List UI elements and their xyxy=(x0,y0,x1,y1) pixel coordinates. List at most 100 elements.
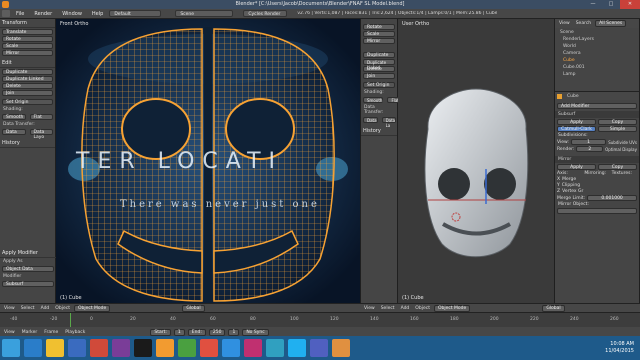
timeline-view-menu[interactable]: View xyxy=(2,330,17,335)
right-select-menu[interactable]: Select xyxy=(379,306,397,311)
outliner-display-mode[interactable]: All Scenes xyxy=(595,20,627,27)
flat-button[interactable]: Flat xyxy=(29,114,53,120)
duplicate-linked-button[interactable]: Duplicate Linked xyxy=(2,76,53,82)
axis-x-checkbox[interactable]: X xyxy=(557,177,560,182)
taskbar-app-icon[interactable] xyxy=(24,339,42,357)
outliner-item[interactable]: Cube.001 xyxy=(557,64,637,71)
taskbar-app-icon[interactable] xyxy=(244,339,262,357)
mid-mirror-button[interactable]: Mirror xyxy=(363,38,395,44)
delete-button[interactable]: Delete xyxy=(2,83,53,89)
mirror-button[interactable]: Mirror xyxy=(2,50,53,56)
taskbar-app-icon[interactable] xyxy=(134,339,152,357)
end-frame-field[interactable]: 250 xyxy=(208,328,226,336)
timeline[interactable]: -40 -20 0 20 40 60 80 100 120 140 160 180 200 220 240 2… xyxy=(0,312,640,337)
menu-file[interactable]: File xyxy=(12,11,28,17)
render-levels-field[interactable]: 2 xyxy=(576,146,604,152)
close-button[interactable]: ✕ xyxy=(620,0,640,9)
render-engine-selector[interactable]: Cycles Render xyxy=(243,10,288,17)
axis-y-checkbox[interactable]: Y xyxy=(557,183,560,188)
duplicate-button[interactable]: Duplicate xyxy=(2,69,53,75)
taskbar-app-icon[interactable] xyxy=(68,339,86,357)
history-panel-header[interactable]: History xyxy=(0,139,55,148)
maximize-button[interactable]: □ xyxy=(604,0,618,9)
mid-data-button[interactable]: Data xyxy=(363,117,378,123)
view-levels-field[interactable]: 1 xyxy=(570,139,607,145)
current-frame-field[interactable]: 1 xyxy=(228,328,240,336)
taskbar-app-icon[interactable] xyxy=(2,339,20,357)
apply-modifier-header[interactable]: Apply Modifier xyxy=(0,249,56,258)
mid-smooth-button[interactable]: Smooth xyxy=(363,97,384,103)
data-layout-button[interactable]: Data Layo xyxy=(29,129,53,140)
system-clock[interactable]: 10:08 AM 11/04/2015 xyxy=(605,341,634,355)
data-button[interactable]: Data xyxy=(2,129,26,135)
right-mode-selector[interactable]: Object Mode xyxy=(433,304,471,312)
merge-checkbox[interactable]: Merge xyxy=(562,177,576,182)
outliner-item[interactable]: Scene xyxy=(557,29,637,36)
left-orientation-selector[interactable]: Global xyxy=(182,304,205,312)
outliner-item[interactable]: RenderLayers xyxy=(557,36,637,43)
scale-button[interactable]: Scale xyxy=(2,43,53,49)
timeline-marker-menu[interactable]: Marker xyxy=(20,330,40,335)
outliner-item[interactable]: World xyxy=(557,43,637,50)
clipping-checkbox[interactable]: Clipping xyxy=(562,183,580,188)
taskbar-app-icon[interactable] xyxy=(46,339,64,357)
axis-z-checkbox[interactable]: Z xyxy=(557,189,560,194)
layout-selector[interactable]: Default xyxy=(109,10,162,17)
mirror-apply-button[interactable]: Apply xyxy=(557,164,596,170)
editor-type-icon[interactable] xyxy=(2,10,10,17)
translate-button[interactable]: Translate xyxy=(2,29,53,35)
apply-button[interactable]: Apply xyxy=(557,119,596,125)
taskbar-app-icon[interactable] xyxy=(200,339,218,357)
smooth-button[interactable]: Smooth xyxy=(2,114,26,120)
mid-scale-button[interactable]: Scale xyxy=(363,31,395,37)
mid-duplicate-button[interactable]: Duplicate xyxy=(363,52,395,58)
taskbar-app-icon[interactable] xyxy=(222,339,240,357)
outliner-item[interactable]: Camera xyxy=(557,50,637,57)
menu-window[interactable]: Window xyxy=(58,11,86,17)
right-object-menu[interactable]: Object xyxy=(413,306,432,311)
left-mode-selector[interactable]: Object Mode xyxy=(73,304,111,312)
right-view-menu[interactable]: View xyxy=(362,306,377,311)
menu-help[interactable]: Help xyxy=(88,11,107,17)
optimal-display-checkbox[interactable]: Optimal Display xyxy=(605,147,637,152)
taskbar-app-icon[interactable] xyxy=(112,339,130,357)
mirror-copy-button[interactable]: Copy xyxy=(598,164,637,170)
right-add-menu[interactable]: Add xyxy=(399,306,412,311)
modifier-field[interactable]: Subsurf xyxy=(2,281,54,287)
mid-rotate-button[interactable]: Rotate xyxy=(363,24,395,30)
subsurf-modifier-header[interactable]: Subsurf xyxy=(555,111,639,118)
catmull-clark-tab[interactable]: Catmull-Clark xyxy=(557,126,596,132)
add-modifier-dropdown[interactable]: Add Modifier xyxy=(557,103,637,109)
left-view-menu[interactable]: View xyxy=(2,306,17,311)
right-orientation-selector[interactable]: Global xyxy=(542,304,565,312)
outliner-view-menu[interactable]: View xyxy=(557,21,572,26)
mid-history-header[interactable]: History xyxy=(361,127,397,136)
subdivide-uvs-checkbox[interactable]: Subdivide UVs xyxy=(608,140,637,145)
minimize-button[interactable]: — xyxy=(586,0,600,9)
copy-button[interactable]: Copy xyxy=(598,119,637,125)
left-add-menu[interactable]: Add xyxy=(39,306,52,311)
set-origin-dropdown[interactable]: Set Origin xyxy=(2,99,53,105)
mid-join-button[interactable]: Join xyxy=(363,73,395,79)
taskbar-app-icon[interactable] xyxy=(266,339,284,357)
timeline-playback-menu[interactable]: Playback xyxy=(63,330,87,335)
menu-render[interactable]: Render xyxy=(30,11,56,17)
timeline-frame-menu[interactable]: Frame xyxy=(42,330,60,335)
vertex-groups-checkbox[interactable]: Vertex Gr xyxy=(562,189,583,194)
apply-as-dropdown[interactable]: Object Data xyxy=(2,266,54,272)
scene-selector[interactable]: Scene xyxy=(175,10,234,17)
taskbar-app-icon[interactable] xyxy=(90,339,108,357)
left-viewport[interactable]: Front Ortho TER LOCATI There was never j… xyxy=(56,19,360,303)
taskbar-app-icon[interactable] xyxy=(288,339,306,357)
mid-set-origin-dropdown[interactable]: Set Origin xyxy=(363,82,395,88)
taskbar-app-icon[interactable] xyxy=(310,339,328,357)
mirror-object-field[interactable] xyxy=(557,208,637,214)
simple-tab[interactable]: Simple xyxy=(598,126,637,132)
outliner-search-menu[interactable]: Search xyxy=(574,21,593,26)
mid-delete-button[interactable]: Delete xyxy=(363,66,395,72)
mid-data-layout-button[interactable]: Data La xyxy=(381,117,397,128)
outliner-item[interactable]: Cube xyxy=(557,57,637,64)
left-object-menu[interactable]: Object xyxy=(53,306,72,311)
sync-mode-selector[interactable]: No Sync xyxy=(242,328,269,336)
left-select-menu[interactable]: Select xyxy=(19,306,37,311)
